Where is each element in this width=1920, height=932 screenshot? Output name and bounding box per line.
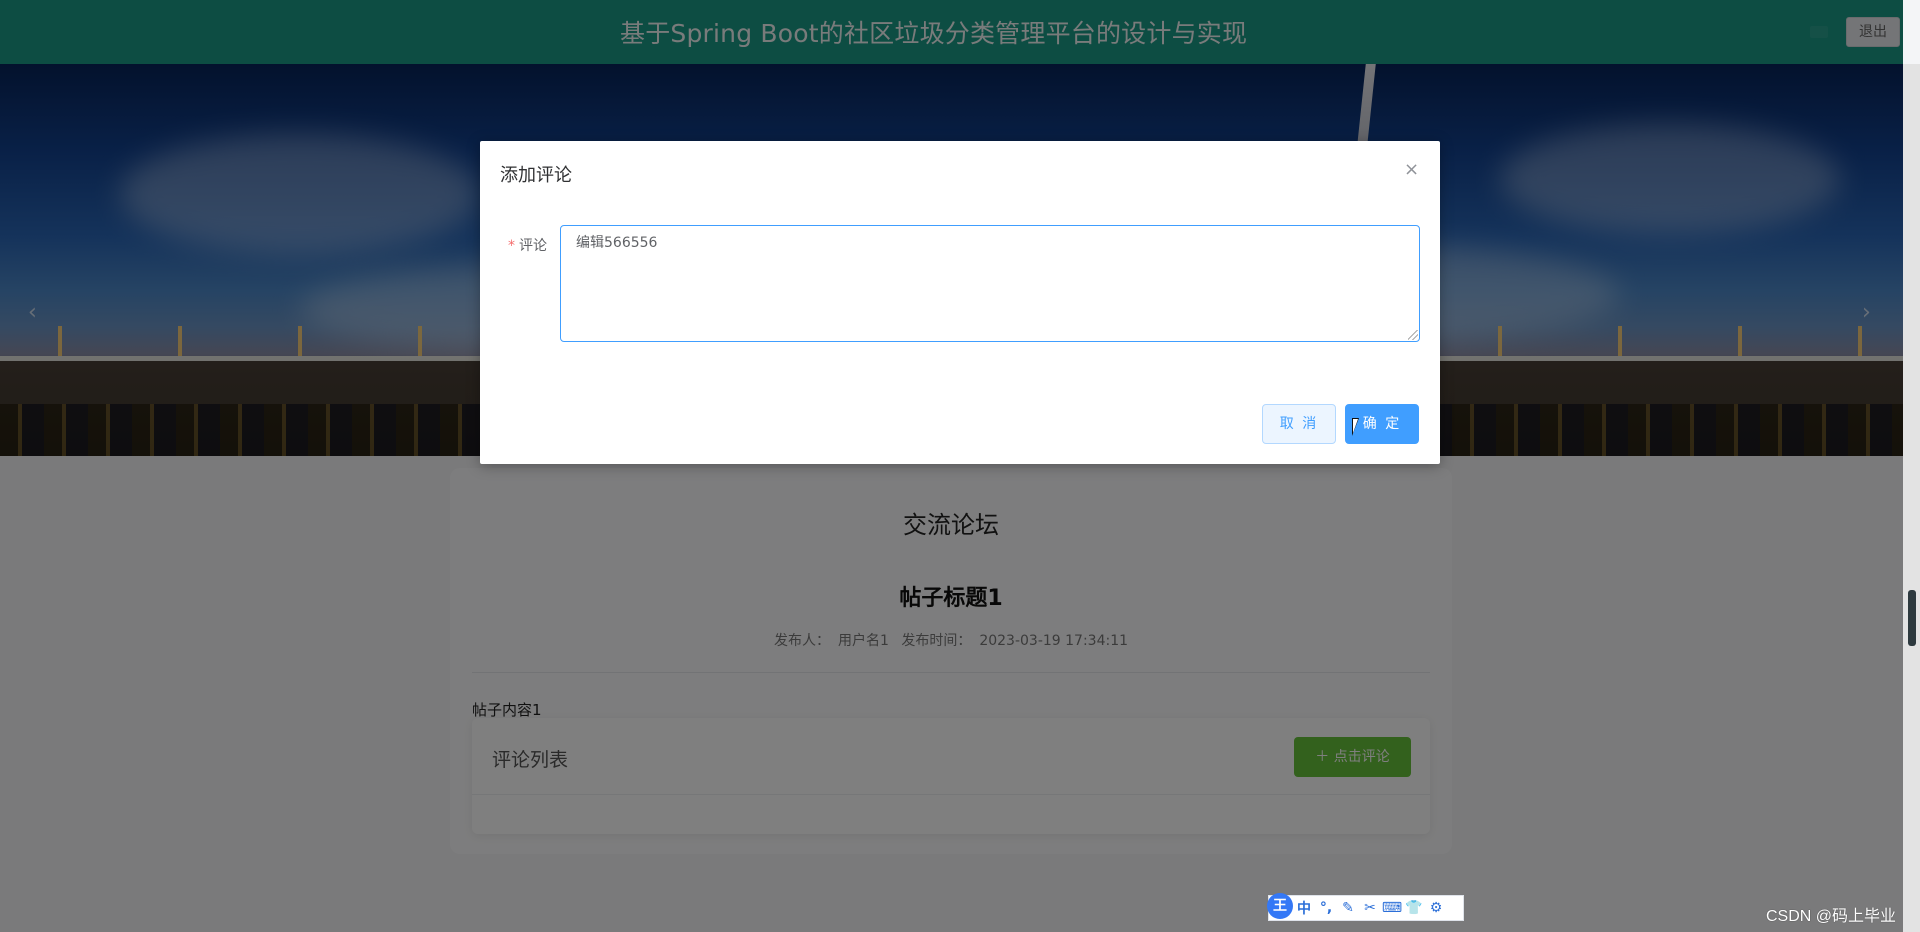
dialog-title: 添加评论 <box>500 165 572 186</box>
close-icon[interactable]: × <box>1404 159 1419 180</box>
ime-keyboard-icon[interactable]: ⌨ <box>1381 900 1403 916</box>
ime-chinese-mode-icon[interactable]: 中 <box>1293 898 1315 918</box>
page-scrollbar[interactable] <box>1903 64 1920 932</box>
textarea-resize-handle[interactable] <box>1408 330 1418 340</box>
ime-scissors-icon[interactable]: ✂ <box>1359 900 1381 916</box>
comment-label-text: 评论 <box>519 238 547 254</box>
ime-handwrite-icon[interactable]: ✎ <box>1337 900 1359 916</box>
cancel-button[interactable]: 取 消 <box>1262 404 1336 444</box>
ime-settings-icon[interactable]: ⚙ <box>1425 900 1447 916</box>
ime-skin-icon[interactable]: 👕 <box>1403 900 1425 916</box>
ime-punctuation-icon[interactable]: °, <box>1315 900 1337 916</box>
modal-overlay[interactable] <box>0 0 1903 932</box>
required-mark: * <box>508 238 515 254</box>
comment-field-label: * 评论 <box>508 235 547 255</box>
watermark: CSDN @码上毕业 <box>1766 908 1897 925</box>
ime-toolbar: 王 中 °, ✎ ✂ ⌨ 👕 ⚙ <box>1267 893 1464 921</box>
mouse-cursor-icon <box>1352 418 1366 436</box>
comment-textarea[interactable]: 编辑566556 <box>560 225 1420 342</box>
scrollbar-thumb[interactable] <box>1908 590 1916 646</box>
ime-logo-icon[interactable]: 王 <box>1267 893 1293 919</box>
add-comment-dialog: 添加评论 × * 评论 编辑566556 取 消 确 定 <box>480 141 1440 464</box>
